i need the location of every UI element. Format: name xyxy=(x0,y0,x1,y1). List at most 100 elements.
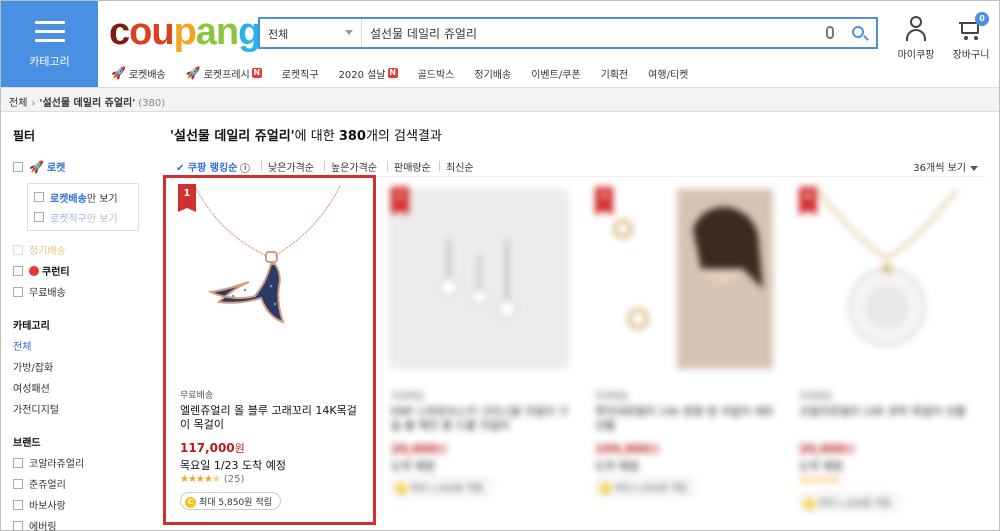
filter-sidebar: 필터 🚀 로켓 로켓배송 만 보기 로켓직구 만 보기 정기배송 쿠런티 무료배송 카… xyxy=(1,113,151,531)
nav-rocket-direct[interactable]: 로켓직구 xyxy=(282,64,319,82)
rocket-icon: 🚀 xyxy=(29,159,44,174)
checkbox[interactable] xyxy=(13,478,23,489)
brand-item[interactable]: 바보사랑 xyxy=(13,494,139,515)
my-coupang-button[interactable]: 마이쿠팡 xyxy=(896,16,936,61)
brand-item[interactable]: 준쥬얼리 xyxy=(13,473,139,494)
delivery-eta: 도착 예정 xyxy=(595,460,639,473)
half-star-icon: ★ xyxy=(211,474,221,485)
product-name[interactable]: 코알라쥬얼리 14K 큐빅 목걸이 선물 xyxy=(799,405,979,419)
rank-badge: 4 xyxy=(799,187,817,215)
search-bar: 전체 xyxy=(258,17,878,49)
category-menu-button[interactable]: 카테고리 xyxy=(1,1,98,87)
review-count: (25) xyxy=(223,474,245,485)
checkbox[interactable] xyxy=(13,520,23,531)
microphone-icon[interactable] xyxy=(826,26,834,39)
info-icon[interactable]: i xyxy=(240,163,251,173)
chevron-down-icon xyxy=(970,165,978,171)
nav-rocket-fresh[interactable]: 🚀 로켓프레시 N xyxy=(186,64,262,82)
product-name[interactable]: 루미네쥬얼리 14k 원형 링 귀걸이 세트 선물 xyxy=(595,405,775,433)
rocket-sub-filters: 로켓배송 만 보기 로켓직구 만 보기 xyxy=(27,183,139,231)
checkbox[interactable] xyxy=(34,192,44,202)
free-shipping-label: 무료배송 xyxy=(180,391,214,401)
checkbox[interactable] xyxy=(13,286,23,297)
product-card[interactable]: 1 무료배송 엘렌쥬얼리 올 블루 고래꼬리 14K목걸이 목걸이 117,00… xyxy=(163,175,376,525)
product-price: 20,000원 xyxy=(391,442,448,456)
cart-count-badge: 0 xyxy=(975,12,989,26)
search-input[interactable] xyxy=(364,19,804,47)
category-item[interactable]: 가방/잡화 xyxy=(13,356,139,377)
product-card[interactable]: 3 무료배송 루미네쥬얼리 14k 원형 링 귀걸이 세트 선물 109,000… xyxy=(581,179,786,524)
reward-badge: C 최대 5,850원 적립 xyxy=(180,492,281,510)
sort-sales[interactable]: 판매량순 xyxy=(394,159,431,174)
search-icon[interactable] xyxy=(850,24,870,44)
breadcrumb-count: (380) xyxy=(138,98,166,109)
checkbox[interactable] xyxy=(13,457,23,468)
product-price: 117,000원 xyxy=(180,441,245,455)
breadcrumb-current: '설선물 데일리 쥬얼리' xyxy=(39,98,136,109)
new-badge: N xyxy=(387,68,398,78)
sort-newest[interactable]: 최신순 xyxy=(446,159,474,174)
sort-ranking[interactable]: ✔ 쿠팡 랭킹순 i xyxy=(176,159,251,174)
category-menu-label: 카테고리 xyxy=(29,55,70,68)
filter-rocket-delivery[interactable]: 로켓배송 만 보기 xyxy=(34,187,132,207)
brand-item[interactable]: 코알라쥬얼리 xyxy=(13,452,139,473)
product-name[interactable]: 엘렌쥬얼리 올 블루 고래꼬리 14K목걸이 목걸이 xyxy=(180,404,360,432)
category-section-title: 카테고리 xyxy=(13,321,50,332)
coupang-logo[interactable]: coupang xyxy=(109,11,261,54)
coin-icon: C xyxy=(600,483,611,494)
product-image-drop-earrings[interactable] xyxy=(389,189,569,369)
rocket-icon: 🚀 xyxy=(185,66,201,80)
new-badge: N xyxy=(251,68,262,78)
filter-subscription[interactable]: 정기배송 xyxy=(13,239,139,260)
nav-rocket-delivery[interactable]: 🚀 로켓배송 xyxy=(111,64,166,82)
nav-travel[interactable]: 여행/티켓 xyxy=(648,64,688,82)
filter-rocket[interactable]: 🚀 로켓 xyxy=(13,156,139,177)
results-heading: '설선물 데일리 쥬얼리'에 대한 380개의 검색결과 xyxy=(170,129,442,144)
reward-badge: C 최대 1,000원 적립 xyxy=(391,478,492,496)
product-card[interactable]: 4 무료배송 코알라쥬얼리 14K 큐빅 목걸이 선물 20,000원 도착 예… xyxy=(785,179,990,524)
rank-badge: 3 xyxy=(595,187,613,215)
checkbox[interactable] xyxy=(13,161,23,172)
nav-subscription[interactable]: 정기배송 xyxy=(474,64,511,82)
sort-low-price[interactable]: 낮은가격순 xyxy=(268,159,314,174)
cart-button[interactable]: 0 장바구니 xyxy=(949,12,993,61)
delivery-eta: 목요일 1/23 도착 예정 xyxy=(180,459,287,472)
product-image-crystal-necklace[interactable] xyxy=(797,188,977,369)
coin-icon: C xyxy=(185,497,196,508)
filter-free-shipping[interactable]: 무료배송 xyxy=(13,281,139,302)
brand-item[interactable]: 에버링 xyxy=(13,515,139,531)
checkbox[interactable] xyxy=(13,244,23,255)
product-price: 20,000원 xyxy=(799,442,856,456)
free-shipping-label: 무료배송 xyxy=(391,392,425,402)
header-nav: 🚀 로켓배송 🚀 로켓프레시 N 로켓직구 2020 설날 N 골드박스 정기배송 이벤… xyxy=(111,64,708,82)
product-image-whale-tail-necklace[interactable] xyxy=(175,185,355,366)
chevron-right-icon: › xyxy=(31,98,36,109)
breadcrumb-root[interactable]: 전체 xyxy=(9,98,27,109)
category-item[interactable]: 전체 xyxy=(13,335,139,356)
view-count-select[interactable]: 36개씩 보기 xyxy=(913,159,978,174)
product-name[interactable]: ENP 스와로브스키 크리스탈 귀걸이 구슬 볼 체인 롱 드롭 귀걸이 xyxy=(391,405,571,433)
coin-icon: C xyxy=(804,498,815,509)
product-card[interactable]: 2 무료배송 ENP 스와로브스키 크리스탈 귀걸이 구슬 볼 체인 롱 드롭 … xyxy=(377,179,582,524)
nav-exhibitions[interactable]: 기획전 xyxy=(601,64,629,82)
nav-goldbox[interactable]: 골드박스 xyxy=(418,64,455,82)
reward-badge: C 최대 5,450원 적립 xyxy=(595,478,696,496)
search-scope-select[interactable]: 전체 xyxy=(260,19,362,47)
coin-icon: C xyxy=(396,483,407,494)
cart-label: 장바구니 xyxy=(952,50,990,61)
category-item[interactable]: 여성패션 xyxy=(13,377,139,398)
filter-title: 필터 xyxy=(13,129,36,143)
brand-section-title: 브랜드 xyxy=(13,438,41,449)
checkbox[interactable] xyxy=(13,265,23,276)
rating-stars: ★★★★★ xyxy=(799,475,840,486)
nav-seollal[interactable]: 2020 설날 N xyxy=(339,64,398,82)
filter-rocket-direct[interactable]: 로켓직구 만 보기 xyxy=(34,207,132,227)
checkbox[interactable] xyxy=(34,212,44,222)
product-image-model-earrings[interactable] xyxy=(593,189,773,369)
checkbox[interactable] xyxy=(13,499,23,510)
coupon-icon xyxy=(29,265,39,276)
nav-events[interactable]: 이벤트/쿠폰 xyxy=(531,64,580,82)
category-item[interactable]: 가전디지털 xyxy=(13,398,139,419)
filter-coupon[interactable]: 쿠런티 xyxy=(13,260,139,281)
sort-high-price[interactable]: 높은가격순 xyxy=(331,159,377,174)
